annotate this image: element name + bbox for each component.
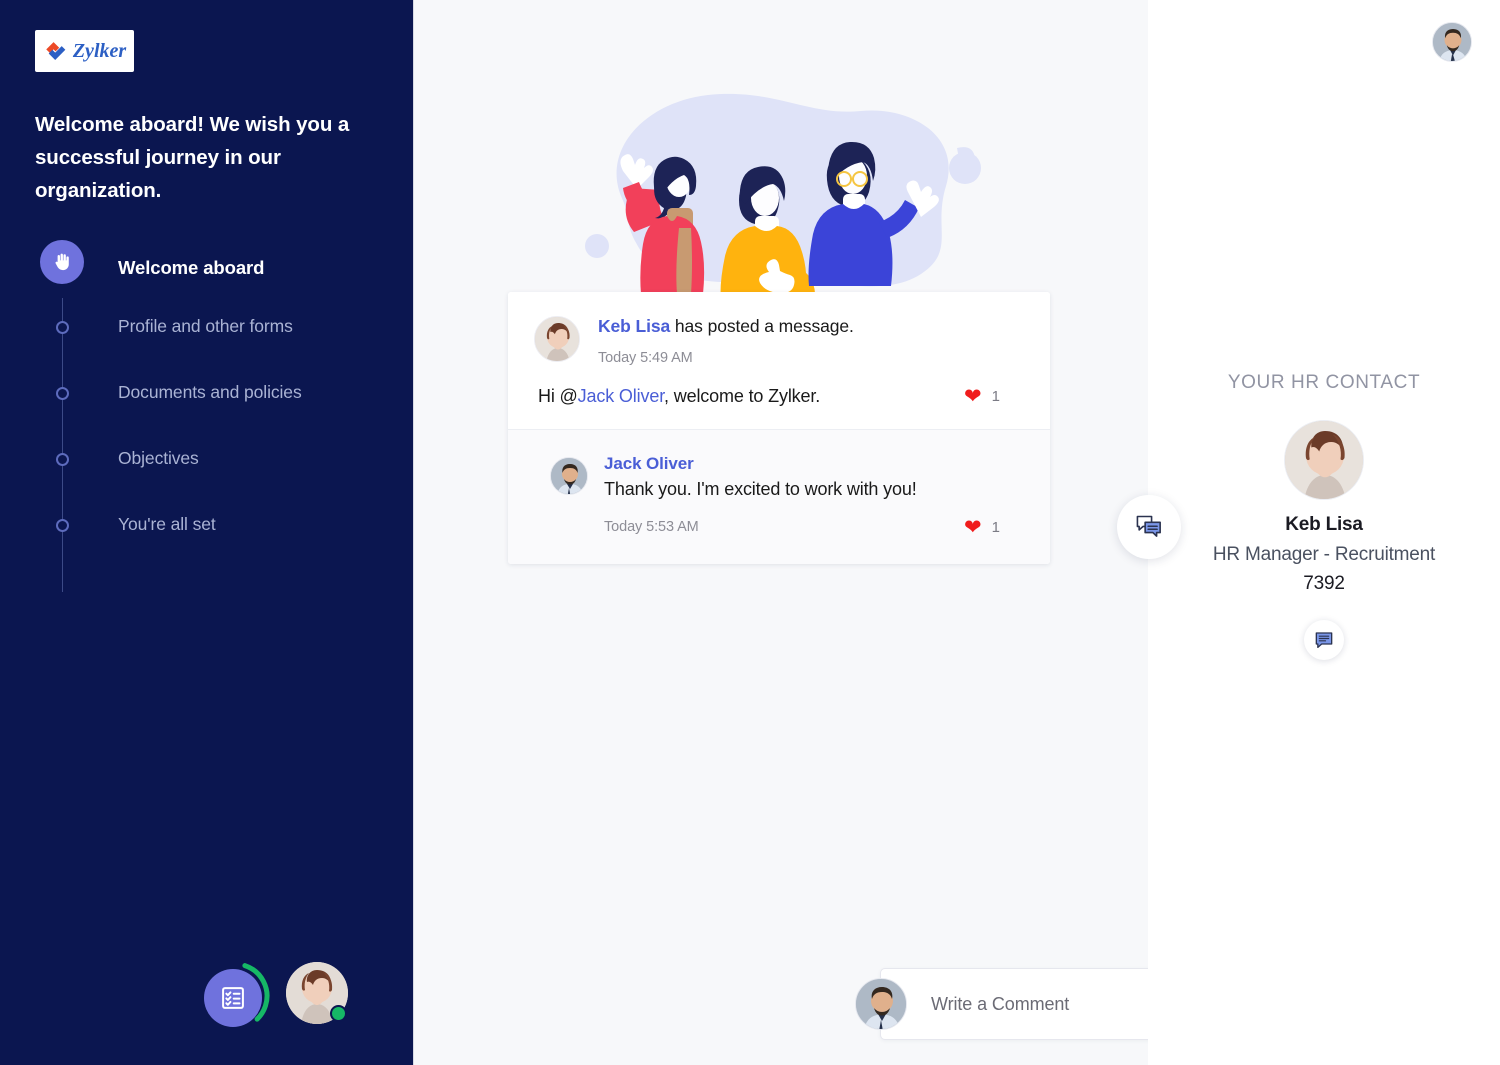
heart-icon[interactable]: ❤ bbox=[964, 386, 982, 407]
message-feed-card: Keb Lisa has posted a message. Today 5:4… bbox=[508, 292, 1050, 564]
user-avatar-male bbox=[551, 457, 587, 494]
reply-footer: Today 5:53 AM ❤ 1 bbox=[604, 517, 1024, 538]
post-header: Keb Lisa has posted a message. Today 5:4… bbox=[534, 316, 1024, 366]
post-header-text: Keb Lisa has posted a message. Today 5:4… bbox=[598, 316, 854, 366]
reply-author-link[interactable]: Jack Oliver bbox=[604, 454, 917, 474]
sidebar-item-label: Documents and policies bbox=[118, 382, 302, 402]
hr-contact-role: HR Manager - Recruitment bbox=[1212, 544, 1436, 565]
sidebar-item-objectives[interactable]: Objectives bbox=[35, 444, 395, 510]
post-body-suffix: , welcome to Zylker. bbox=[664, 385, 821, 406]
hr-contact-block: YOUR HR CONTACT Keb Lisa HR Manager - Re… bbox=[1148, 372, 1500, 660]
sidebar-item-documents-and-policies[interactable]: Documents and policies bbox=[35, 378, 395, 444]
post-reaction-count: 1 bbox=[991, 387, 1000, 405]
hr-contact-heading: YOUR HR CONTACT bbox=[1227, 372, 1421, 393]
reply: Jack Oliver Thank you. I'm excited to wo… bbox=[508, 428, 1050, 564]
sidebar: Zylker Welcome aboard! We wish you a suc… bbox=[0, 0, 414, 1065]
brand-name: Zylker bbox=[72, 40, 127, 62]
step-bullet-wrap bbox=[35, 312, 91, 342]
user-avatar-male bbox=[856, 979, 906, 1029]
welcome-message: Welcome aboard! We wish you a successful… bbox=[35, 113, 350, 203]
step-bullet-wrap bbox=[35, 510, 91, 540]
three-people-celebrating-illustration bbox=[585, 93, 981, 310]
sidebar-item-youre-all-set[interactable]: You're all set bbox=[35, 510, 395, 576]
reply-reaction[interactable]: ❤ 1 bbox=[964, 517, 1000, 538]
hr-contact-chat-button[interactable] bbox=[1304, 620, 1344, 660]
tasks-progress-widget[interactable] bbox=[200, 959, 272, 1031]
post-reaction[interactable]: ❤ 1 bbox=[964, 386, 1000, 407]
hr-contact-name: Keb Lisa bbox=[1285, 514, 1363, 535]
reply-text-block: Jack Oliver Thank you. I'm excited to wo… bbox=[604, 454, 917, 500]
sidebar-item-label: Profile and other forms bbox=[118, 316, 293, 336]
step-bullet-wrap bbox=[35, 378, 91, 408]
feed-column: Keb Lisa has posted a message. Today 5:4… bbox=[414, 0, 1500, 1065]
sidebar-item-profile-and-other-forms[interactable]: Profile and other forms bbox=[35, 312, 395, 378]
post-timestamp: Today 5:49 AM bbox=[598, 349, 693, 366]
post-body: Hi @Jack Oliver, welcome to Zylker. bbox=[538, 386, 820, 407]
sidebar-item-label: You're all set bbox=[118, 514, 216, 534]
avatar[interactable] bbox=[1284, 420, 1364, 500]
avatar[interactable] bbox=[550, 456, 588, 495]
header-user-avatar[interactable] bbox=[1432, 22, 1472, 62]
sidebar-user-avatar-wrap[interactable] bbox=[286, 962, 348, 1024]
step-bullet-icon bbox=[56, 518, 69, 532]
post-body-row: Hi @Jack Oliver, welcome to Zylker. ❤ 1 bbox=[534, 386, 1024, 407]
user-avatar-female bbox=[535, 317, 579, 361]
reply-timestamp: Today 5:53 AM bbox=[604, 519, 699, 536]
hr-contact-extension: 7392 bbox=[1303, 573, 1345, 594]
post-body-prefix: Hi @ bbox=[538, 385, 578, 406]
sidebar-item-label: Objectives bbox=[118, 448, 199, 468]
step-bullet-icon bbox=[56, 320, 69, 334]
sidebar-item-label: Welcome aboard bbox=[118, 257, 265, 278]
post-headline-suffix: has posted a message. bbox=[670, 316, 854, 336]
reply-header: Jack Oliver Thank you. I'm excited to wo… bbox=[550, 454, 1024, 500]
user-avatar-male bbox=[1433, 23, 1471, 61]
reply-body: Thank you. I'm excited to work with you! bbox=[604, 478, 917, 499]
user-avatar-female bbox=[1285, 421, 1363, 499]
status-badge-online bbox=[330, 1005, 347, 1022]
avatar bbox=[855, 978, 907, 1030]
brand-logo[interactable]: Zylker bbox=[35, 30, 134, 72]
sidebar-item-welcome-aboard[interactable]: Welcome aboard bbox=[35, 240, 395, 312]
step-bullet-icon bbox=[56, 386, 69, 400]
step-bullet-wrap bbox=[35, 240, 91, 284]
step-bullet-wrap bbox=[35, 444, 91, 474]
heart-icon[interactable]: ❤ bbox=[964, 517, 982, 538]
post: Keb Lisa has posted a message. Today 5:4… bbox=[508, 292, 1050, 429]
hand-wave-icon bbox=[40, 240, 84, 284]
avatar[interactable] bbox=[534, 316, 580, 362]
chat-bubble-icon bbox=[1315, 632, 1333, 648]
post-mention-link[interactable]: Jack Oliver bbox=[578, 386, 665, 406]
chat-bubbles-icon bbox=[1136, 515, 1161, 537]
onboarding-steps: Welcome aboard Profile and other forms D… bbox=[35, 240, 395, 592]
post-author-link[interactable]: Keb Lisa bbox=[598, 316, 670, 336]
reply-reaction-count: 1 bbox=[991, 518, 1000, 536]
right-panel: YOUR HR CONTACT Keb Lisa HR Manager - Re… bbox=[1148, 0, 1500, 1065]
chat-fab-button[interactable] bbox=[1117, 495, 1181, 559]
step-bullet-icon bbox=[56, 452, 69, 466]
zylker-logo-icon bbox=[46, 42, 66, 60]
checklist-icon[interactable] bbox=[204, 969, 262, 1027]
post-headline: Keb Lisa has posted a message. bbox=[598, 316, 854, 338]
onboarding-page: Zylker Welcome aboard! We wish you a suc… bbox=[0, 0, 1500, 1065]
sidebar-bottom-widgets bbox=[200, 959, 348, 1031]
